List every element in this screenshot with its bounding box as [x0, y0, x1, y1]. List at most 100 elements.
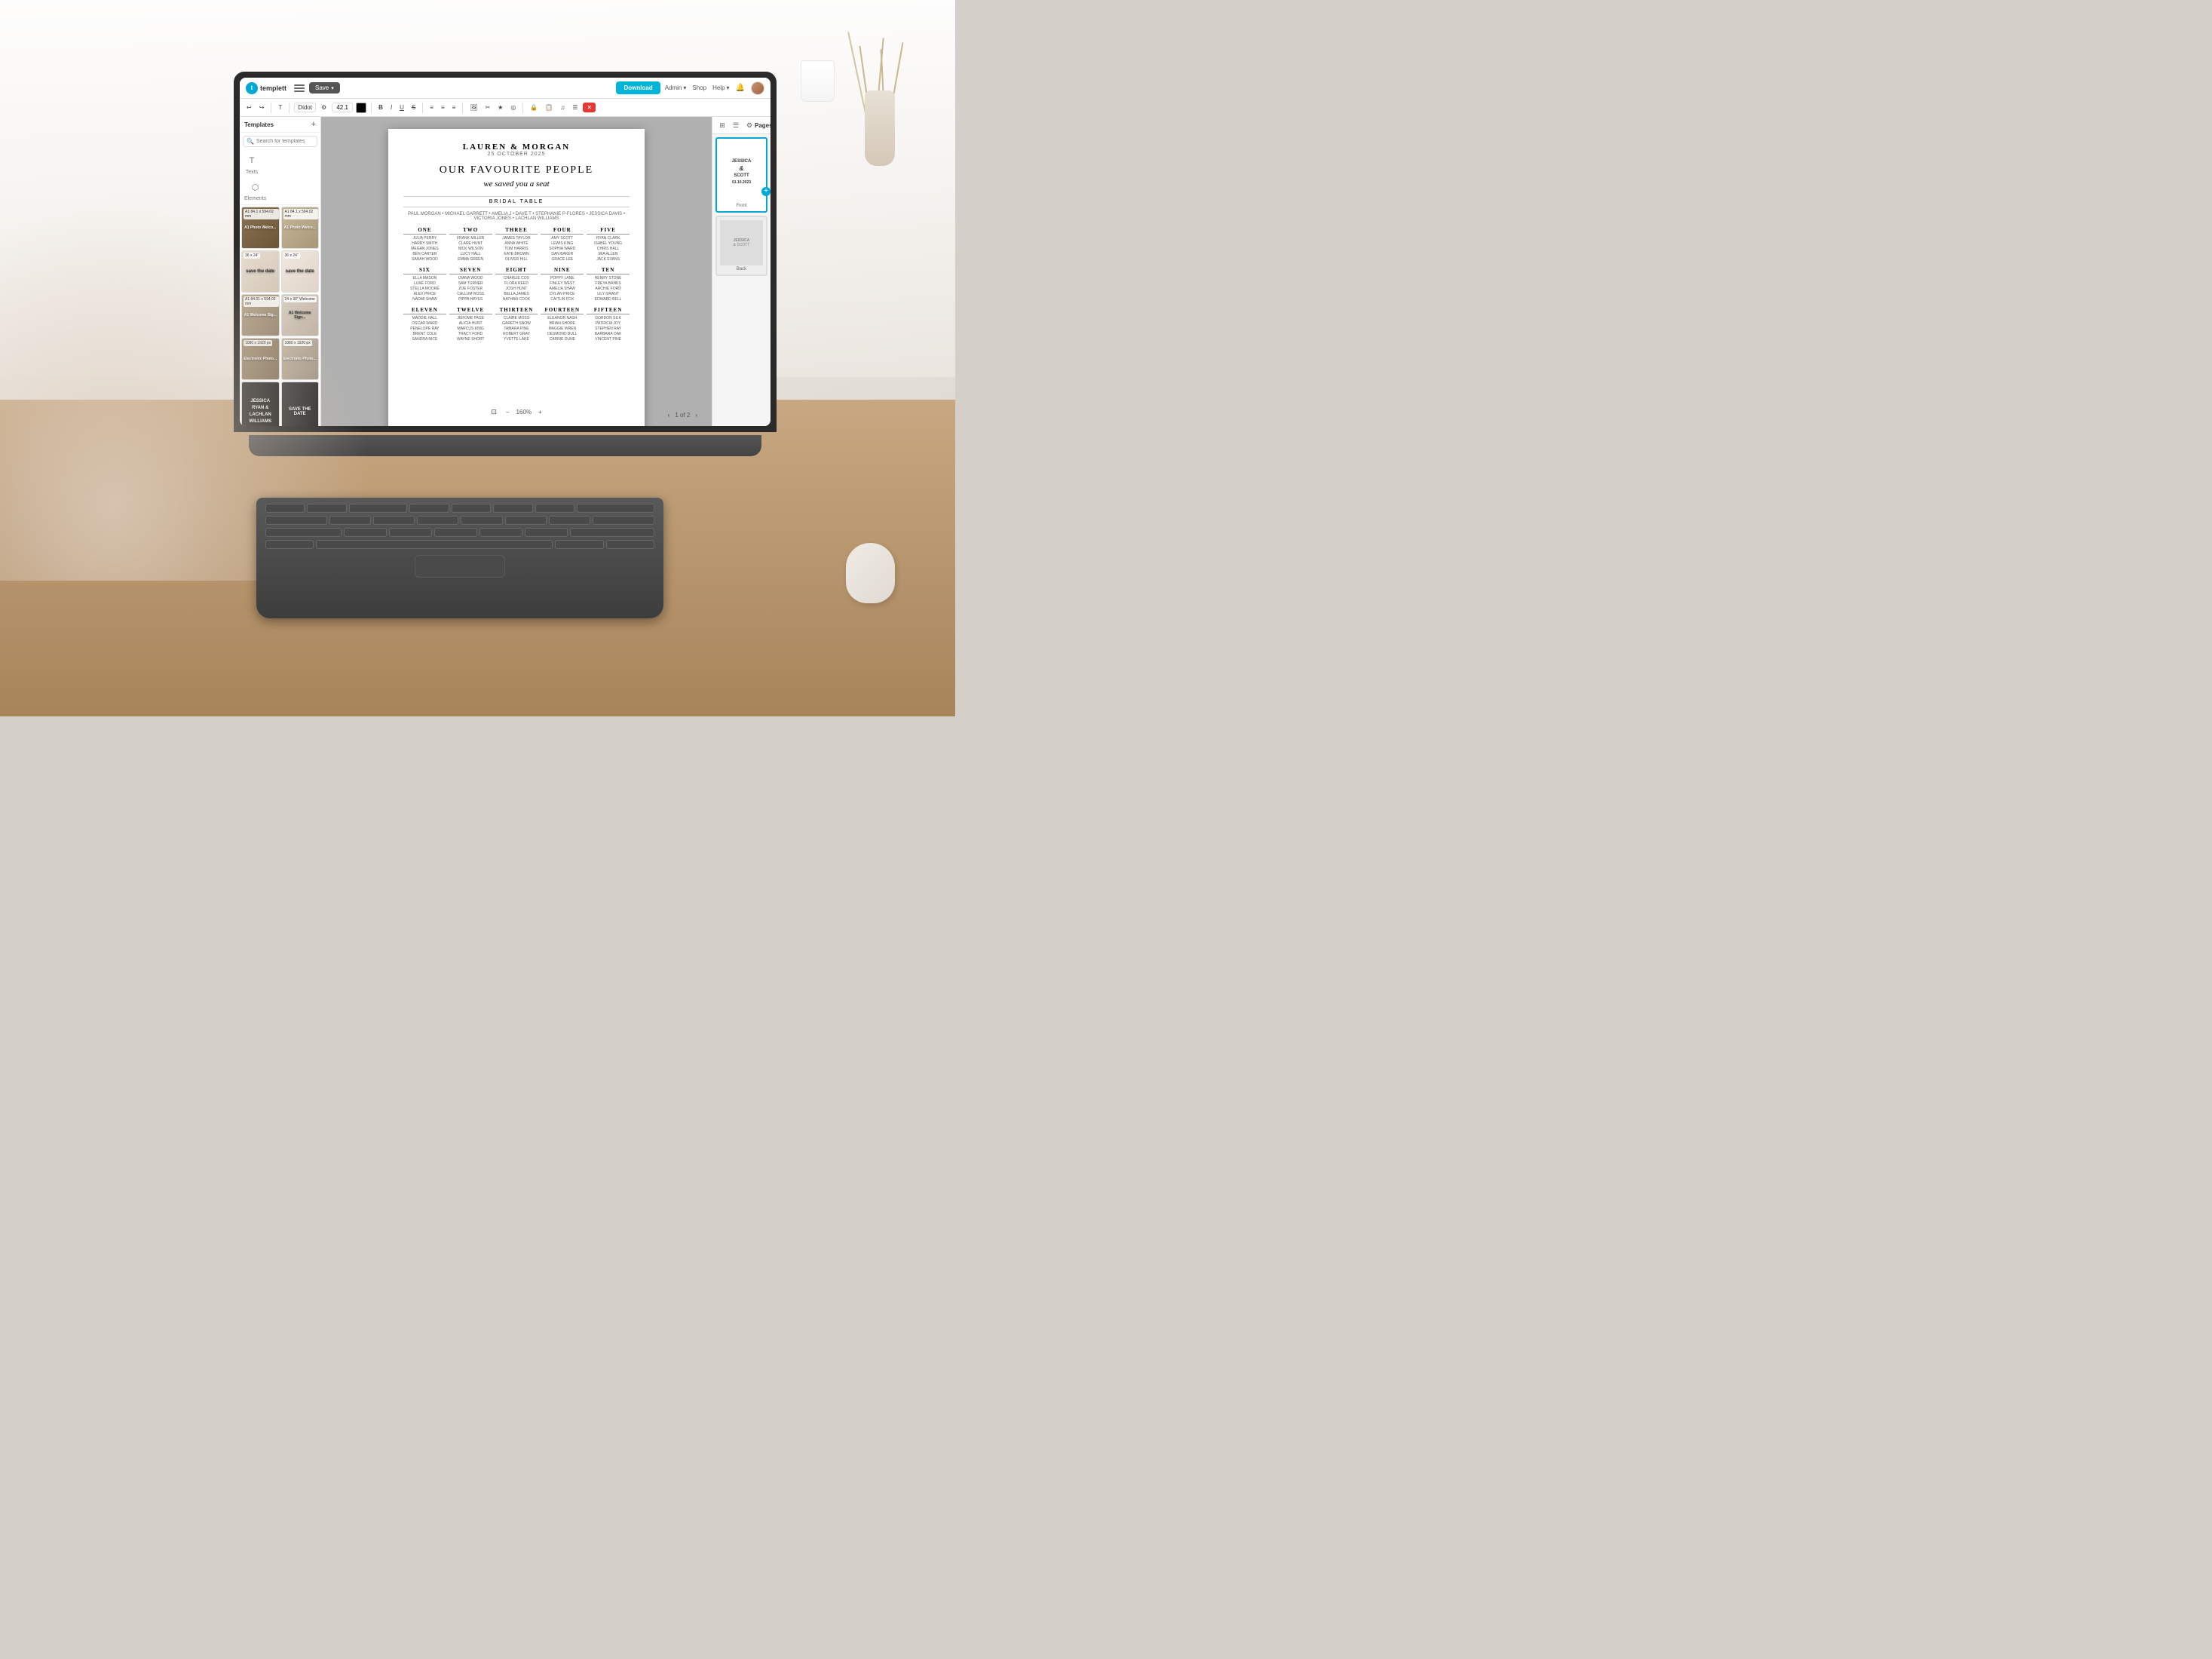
template-size-8: 1080 x 1920 px [283, 340, 312, 346]
template-name-6: A1 Welcome Sign... [282, 311, 319, 320]
filter-button[interactable]: ◎ [508, 103, 518, 112]
trackpad[interactable] [415, 555, 505, 578]
lock-button[interactable]: 🔒 [528, 103, 540, 112]
canvas-area[interactable]: LAUREN & MORGAN 25 OCTOBER 2025 OUR FAVO… [321, 117, 712, 426]
grid-view-button[interactable]: ⊞ [717, 120, 728, 130]
undo-button[interactable]: ↩ [244, 103, 254, 112]
table-three-names: JAMES TAYLORANNA WHITETOM HARRISKATE BRO… [495, 236, 538, 262]
effects-button[interactable]: ★ [495, 103, 505, 112]
laptop-base [249, 435, 761, 456]
table-three: THREE JAMES TAYLORANNA WHITETOM HARRISKA… [495, 227, 538, 262]
table-two: TWO FRANK MILLERCLARE HUNTNICK WILSONLUC… [449, 227, 492, 262]
page-thumb-front[interactable]: JESSICA & SCOTT 01.10.2023 Front + [715, 137, 767, 213]
user-avatar[interactable] [751, 81, 764, 95]
nav-admin[interactable]: Admin▾ [665, 84, 687, 91]
template-name-10: SAVE THEDATE [282, 407, 319, 416]
font-selector[interactable]: Didot [294, 103, 316, 112]
template-card-10[interactable]: SAVE THEDATE [281, 382, 320, 426]
nav-shop[interactable]: Shop [692, 84, 706, 91]
table-twelve-title: TWELVE [449, 307, 492, 314]
laptop-screen-outer: t templett Save ▾ Downl [234, 72, 777, 432]
template-row-3: A1 84.01 x 594.02 mm A1 Welcome Sig... 2… [241, 294, 319, 336]
nav-help[interactable]: Help▾ [712, 84, 729, 91]
hamburger-menu[interactable] [294, 84, 305, 92]
delete-button[interactable]: ✕ [583, 103, 596, 112]
list-button[interactable]: ☰ [570, 103, 580, 112]
table-one: ONE JULIA PERRYHARRY SMITHMEGAN JONESBEN… [403, 227, 446, 262]
crop-button[interactable]: ✂ [483, 103, 492, 112]
template-row-5: JESSICARYAN &LACHLANWILLIAMS SAVE THEDAT… [241, 382, 319, 426]
divider-2 [289, 103, 290, 113]
template-card-7[interactable]: 1080 x 1920 px Electronic Photo... [241, 338, 280, 380]
template-card-2[interactable]: A1 84.1 x 594.02 mm A1 Photo Welco... [281, 207, 320, 249]
text-tool-button[interactable]: T [276, 103, 284, 112]
doc-header: LAUREN & MORGAN 25 OCTOBER 2025 [403, 143, 630, 157]
table-seven-title: SEVEN [449, 267, 492, 274]
app-container: t templett Save ▾ Downl [240, 78, 771, 426]
list-view-button[interactable]: ☰ [731, 120, 741, 130]
template-name-5: A1 Welcome Sig... [242, 313, 279, 317]
prev-page-button[interactable]: ‹ [666, 410, 672, 420]
settings-button[interactable]: ⚙ [744, 120, 755, 130]
zoom-in-button[interactable]: + [536, 407, 544, 417]
save-dropdown-arrow: ▾ [331, 85, 334, 91]
texts-label: Texts [246, 170, 258, 175]
table-nine: NINE POPPY LANEFINLEY WESTAMELIA SHAWDYL… [541, 267, 584, 302]
bold-button[interactable]: B [376, 103, 385, 112]
notification-icon[interactable]: 🔔 [736, 84, 745, 92]
add-page-button[interactable]: + [761, 187, 771, 196]
template-card-6[interactable]: 24 x 30" Welcome A1 Welcome Sign... [281, 294, 320, 336]
copy-button[interactable]: 📋 [543, 103, 555, 112]
zoom-out-button[interactable]: − [504, 407, 512, 417]
sidebar-icon-row: T Texts ⬡ Elements [240, 150, 320, 205]
align-right-button[interactable]: ≡ [450, 103, 458, 112]
underline-button[interactable]: U [397, 103, 406, 112]
table-nine-title: NINE [541, 267, 584, 274]
color-picker[interactable] [356, 103, 366, 113]
table-eleven-names: MADDIE HALLOSCAR WARDPENELOPE RAYBRENT C… [403, 316, 446, 342]
next-page-button[interactable]: › [693, 410, 700, 420]
template-card-5[interactable]: A1 84.01 x 594.02 mm A1 Welcome Sig... [241, 294, 280, 336]
template-name-2: A1 Photo Welco... [282, 225, 319, 230]
sidebar-item-texts[interactable]: T Texts [244, 153, 259, 175]
template-card-1[interactable]: A1 84.1 x 594.02 mm A1 Photo Welco... [241, 207, 280, 249]
template-size-5: A1 84.01 x 594.02 mm [244, 296, 279, 307]
table-four: FOUR AMY SCOTTLEWIS KINGSOPHIA WARDDAN B… [541, 227, 584, 262]
download-button[interactable]: Download [616, 81, 660, 94]
mouse [846, 543, 895, 603]
search-container: 🔍 [243, 136, 317, 147]
table-fifteen-title: FIFTEEN [587, 307, 630, 314]
page-thumb-back[interactable]: JESSICA & SCOTT Back [715, 216, 767, 276]
align-center-button[interactable]: ≡ [439, 103, 447, 112]
template-card-8[interactable]: 1080 x 1920 px Electronic Photo... [281, 338, 320, 380]
templates-tab-label[interactable]: Templates [244, 121, 274, 128]
background-scene: t templett Save ▾ Downl [0, 0, 955, 716]
divider-5 [462, 103, 463, 113]
code-button[interactable]: ♫ [558, 103, 567, 112]
align-left-button[interactable]: ≡ [427, 103, 436, 112]
redo-button[interactable]: ↪ [257, 103, 267, 112]
image-button[interactable]: 🖼 [467, 103, 479, 112]
table-five: FIVE RYAN CLARKISABEL YOUNGCHRIS HALLMIA… [587, 227, 630, 262]
cup-decoration [801, 60, 835, 102]
italic-button[interactable]: I [388, 103, 394, 112]
search-input[interactable] [256, 139, 314, 144]
font-options-button[interactable]: ⚙ [319, 103, 329, 112]
sidebar-add-icon[interactable]: + [311, 120, 316, 129]
back-label: Back [720, 267, 763, 271]
template-card-3[interactable]: save the date 36 x 24" [241, 250, 280, 293]
doc-subtitle: we saved you a seat [403, 179, 630, 189]
template-size-3: 36 x 24" [244, 253, 260, 259]
template-card-9[interactable]: JESSICARYAN &LACHLANWILLIAMS [241, 382, 280, 426]
template-card-4[interactable]: save the date 36 x 24" [281, 250, 320, 293]
template-row-4: 1080 x 1920 px Electronic Photo... 1080 … [241, 338, 319, 380]
bridal-table-header: BRIDAL TABLE [403, 196, 630, 207]
strikethrough-button[interactable]: S [409, 103, 418, 112]
table-twelve: TWELVE JEROME PAGEALICIA HUNTMARCUS KING… [449, 307, 492, 342]
table-two-names: FRANK MILLERCLARE HUNTNICK WILSONLUCY HA… [449, 236, 492, 262]
save-button[interactable]: Save ▾ [309, 82, 340, 94]
fit-screen-button[interactable]: ⊡ [489, 406, 499, 418]
font-size-input[interactable]: 42.1 [332, 103, 353, 112]
sidebar-item-elements[interactable]: ⬡ Elements [244, 179, 266, 201]
table-six: SIX ELLA MASONLUKE FORDSTELLA MOOREALEX … [403, 267, 446, 302]
